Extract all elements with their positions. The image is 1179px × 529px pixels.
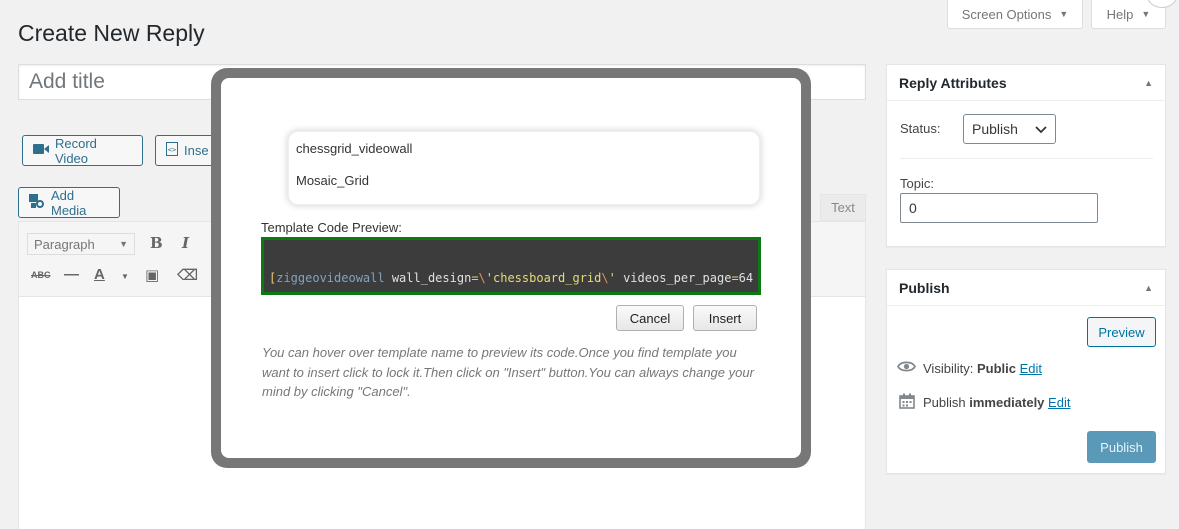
template-item-chessgrid[interactable]: chessgrid_videowall — [296, 141, 412, 156]
insert-label: Insert — [708, 310, 742, 326]
cancel-label: Cancel — [629, 310, 671, 326]
code-line-1: [ziggeovideowall wall_design=\'chessboar… — [269, 271, 754, 285]
template-code-preview: [ziggeovideowall wall_design=\'chessboar… — [261, 237, 761, 295]
modal-help-text: You can hover over template name to prev… — [262, 345, 754, 399]
template-preview-label: Template Code Preview: — [261, 220, 402, 235]
insert-button[interactable]: Insert — [693, 305, 757, 331]
template-item-mosaic[interactable]: Mosaic_Grid — [296, 173, 369, 188]
cancel-button[interactable]: Cancel — [616, 305, 684, 331]
template-list: chessgrid_videowall Mosaic_Grid — [288, 131, 760, 205]
